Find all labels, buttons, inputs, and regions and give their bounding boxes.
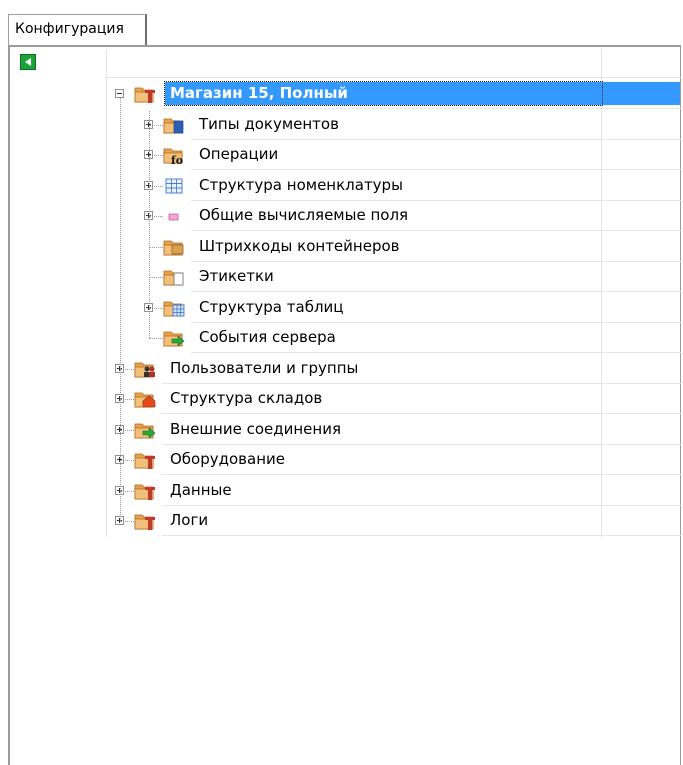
folder-tool-icon (134, 450, 156, 470)
collapse-icon[interactable] (115, 89, 124, 98)
folder-box-icon (163, 237, 185, 257)
tree-node-label[interactable]: Структура номенклатуры (194, 174, 408, 197)
tree-connector (149, 124, 163, 126)
tree-node-label[interactable]: Магазин 15, Полный (164, 81, 603, 106)
tree-node-label[interactable]: Пользователи и группы (165, 357, 363, 380)
folder-warehouse-icon (134, 389, 156, 409)
tree-row[interactable]: Структура таблиц (10, 292, 681, 323)
tree-node-label[interactable]: Этикетки (194, 265, 279, 288)
folder-fo-icon: fo (163, 145, 185, 165)
tree-connector (149, 246, 163, 248)
tree-node-label[interactable]: Данные (165, 479, 237, 502)
row-divider (162, 535, 681, 536)
tree-connector (149, 155, 163, 156)
tree-node-label[interactable]: Оборудование (165, 448, 290, 471)
tree-node-label[interactable]: Структура таблиц (194, 296, 349, 319)
tree-node-label[interactable]: Структура складов (165, 387, 327, 410)
tree-node-label[interactable]: Общие вычисляемые поля (194, 204, 413, 227)
tree-connector (120, 521, 134, 522)
pink-field-icon (163, 206, 185, 226)
back-arrow-icon[interactable] (20, 54, 36, 70)
folder-users-icon (134, 359, 156, 379)
tree-row[interactable]: Этикетки (10, 261, 681, 292)
tree-connector (149, 216, 163, 217)
tab-configuration[interactable]: Конфигурация (8, 14, 147, 45)
tree-connector (149, 307, 163, 309)
tree-row[interactable]: Типы документов (10, 109, 681, 140)
table-grid-icon (163, 176, 185, 196)
tree-node-label[interactable]: Типы документов (194, 113, 344, 136)
tree-connector (120, 429, 134, 431)
selection-highlight (602, 82, 680, 105)
tree-connector (120, 368, 134, 370)
tree-row[interactable]: Пользователи и группы (10, 353, 681, 384)
folder-arrow-icon (134, 420, 156, 440)
folder-tool-icon (134, 84, 156, 104)
tree-row[interactable]: Логи (10, 505, 681, 536)
folder-table-icon (163, 298, 185, 318)
tree-connector (149, 110, 150, 338)
tree-row[interactable]: Магазин 15, Полный (10, 78, 681, 109)
tree-node-label[interactable]: Штрихкоды контейнеров (194, 235, 404, 258)
folder-tool-icon (134, 511, 156, 531)
tree-row[interactable]: Внешние соединения (10, 414, 681, 445)
tree-row[interactable]: Общие вычисляемые поля (10, 200, 681, 231)
tree-node-label[interactable]: Логи (165, 509, 213, 532)
tree-row[interactable]: Структура номенклатуры (10, 170, 681, 201)
folder-label-icon (163, 267, 185, 287)
folder-arrow-icon (163, 328, 185, 348)
tree-connector (149, 277, 163, 278)
tree-panel: Магазин 15, Полный Типы документов fo Опе… (8, 45, 681, 765)
tree-node-label[interactable]: Операции (194, 143, 283, 166)
svg-text:fo: fo (171, 154, 183, 165)
configuration-window: Конфигурация Магазин 15, Полный Типы док… (0, 0, 683, 765)
tab-strip: Конфигурация (0, 0, 683, 46)
tree-connector (120, 490, 134, 492)
tree-row[interactable]: Данные (10, 475, 681, 506)
tree-node-label[interactable]: Внешние соединения (165, 418, 346, 441)
tree-connector (120, 98, 121, 521)
tree-row[interactable]: Оборудование (10, 444, 681, 475)
tree-row[interactable]: Структура складов (10, 383, 681, 414)
tree-row[interactable]: Штрихкоды контейнеров (10, 231, 681, 262)
folder-tool-icon (134, 481, 156, 501)
tree-connector (149, 185, 163, 187)
tree-connector (120, 399, 134, 400)
tree-row[interactable]: fo Операции (10, 139, 681, 170)
tree-connector (120, 460, 134, 461)
tree-node-label[interactable]: События сервера (194, 326, 341, 349)
folder-document-icon (163, 115, 185, 135)
tree-row[interactable]: События сервера (10, 322, 681, 353)
tree-connector (149, 338, 163, 339)
